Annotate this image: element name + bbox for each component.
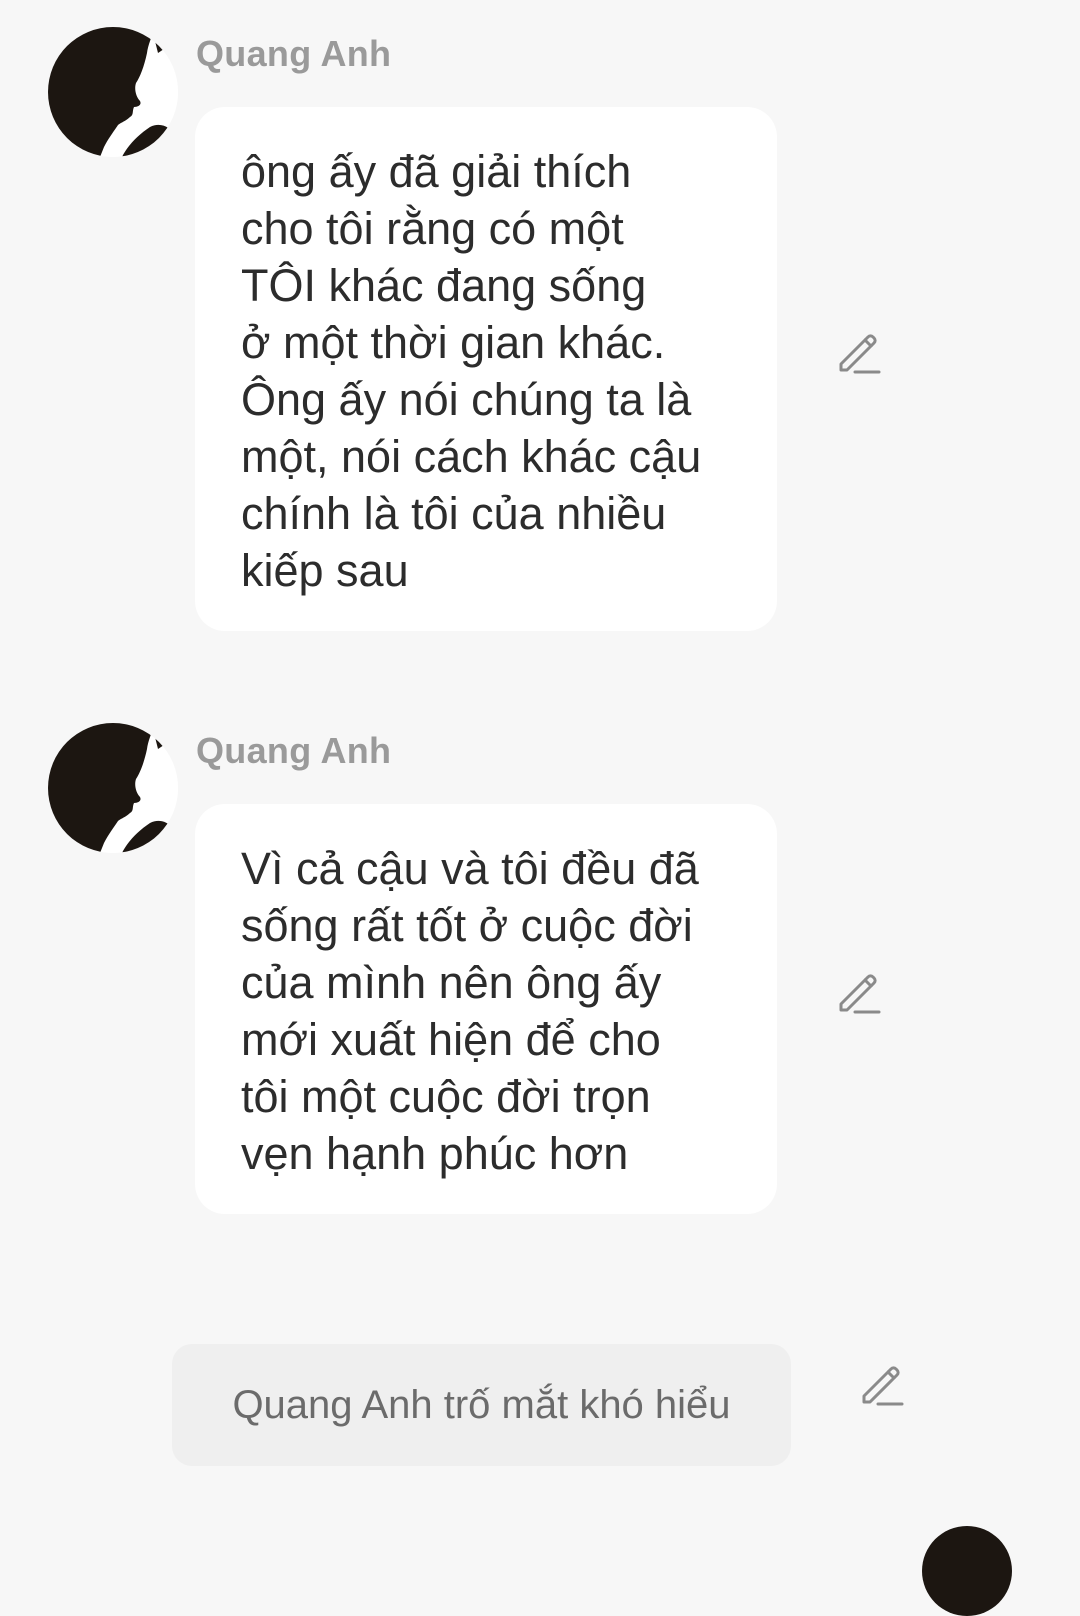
sender-name: Quang Anh — [196, 730, 392, 771]
sender-name: Quang Anh — [196, 33, 392, 74]
narration-bubble[interactable]: Quang Anh trố mắt khó hiểu — [172, 1344, 791, 1466]
edit-pencil-icon[interactable] — [835, 330, 881, 376]
narration-text: Quang Anh trố mắt khó hiểu — [232, 1382, 731, 1427]
message-text: ông ấy đã giải thích cho tôi rằng có một… — [241, 146, 702, 596]
edit-pencil-icon[interactable] — [835, 970, 881, 1016]
message-bubble[interactable]: ông ấy đã giải thích cho tôi rằng có một… — [195, 107, 777, 631]
message-bubble[interactable]: Vì cả cậu và tôi đều đã sống rất tốt ở c… — [195, 804, 777, 1214]
edit-pencil-icon[interactable] — [858, 1362, 904, 1408]
sender-avatar[interactable] — [48, 27, 178, 157]
sender-avatar[interactable] — [48, 723, 178, 853]
silhouette-avatar-icon — [48, 27, 178, 157]
message-text: Vì cả cậu và tôi đều đã sống rất tốt ở c… — [241, 843, 699, 1179]
silhouette-avatar-icon — [48, 723, 178, 853]
next-sender-avatar — [922, 1526, 1012, 1616]
